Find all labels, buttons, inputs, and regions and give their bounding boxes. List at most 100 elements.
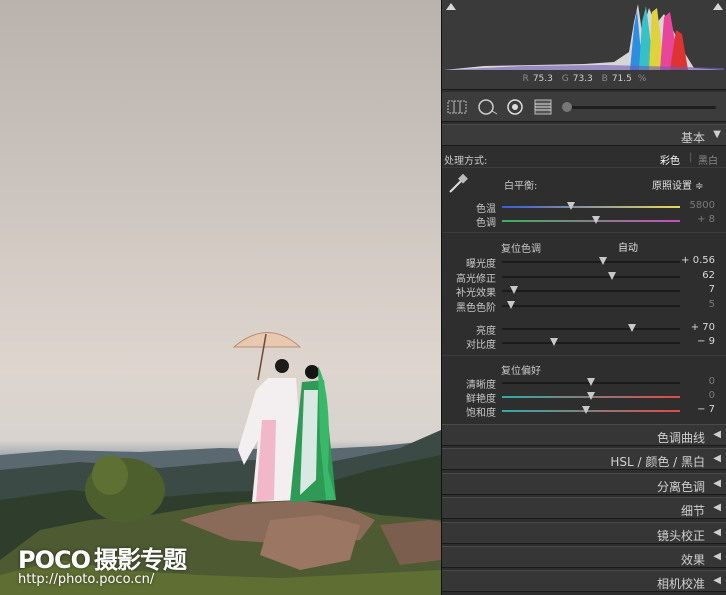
slider-row: 清晰度 0 (442, 376, 726, 391)
slider-knob[interactable] (549, 338, 558, 346)
slider-knob[interactable] (581, 406, 590, 414)
reset-tone-label[interactable]: 复位色调 (501, 240, 541, 255)
section-label: 效果 (680, 553, 705, 567)
slider-label: 色调 (476, 218, 496, 229)
graduated-filter-icon[interactable] (532, 98, 554, 116)
slider-track[interactable] (502, 220, 680, 222)
landscape-photo (0, 332, 441, 595)
section-header[interactable]: 色调曲线 ◀ (442, 424, 726, 446)
slider-row: 补光效果 7 (442, 284, 726, 299)
slider-knob[interactable] (506, 300, 515, 309)
slider-label: 鲜艳度 (466, 394, 496, 405)
slider-row: 黑色色阶 5 (442, 299, 726, 314)
crop-overlay-icon[interactable] (446, 98, 468, 116)
slider-knob[interactable] (587, 378, 595, 386)
section-label: 镜头校正 (656, 528, 705, 543)
wb-select[interactable]: 原照设置 ≑ (652, 177, 704, 192)
section-header[interactable]: 分离色调 ◀ (442, 472, 726, 495)
expand-triangle-icon: ◀ (713, 453, 721, 465)
slider-value[interactable]: + 8 (681, 214, 715, 225)
slider-value[interactable]: 7 (681, 284, 715, 295)
slider-track[interactable] (502, 261, 680, 263)
slider-track[interactable] (502, 342, 680, 344)
section-label: 分离色调 (656, 479, 705, 494)
slider-value[interactable]: + 0.56 (681, 255, 715, 266)
slider-value[interactable]: 0 (681, 390, 715, 401)
slider-knob[interactable] (510, 286, 519, 294)
slider-row: 对比度 − 9 (442, 336, 726, 351)
section-header[interactable]: 效果 ◀ (442, 546, 726, 568)
divider (442, 355, 726, 356)
slider-row: 曝光度 + 0.56 (442, 255, 726, 270)
slider-knob[interactable] (592, 216, 601, 224)
expand-triangle-icon: ◀ (713, 477, 721, 489)
slider-row: 亮度 + 70 (442, 322, 726, 337)
expand-triangle-icon: ◀ (713, 502, 721, 514)
tool-slider-knob[interactable] (562, 102, 572, 112)
divider (442, 232, 726, 233)
slider-label: 亮度 (476, 326, 496, 337)
wb-label: 白平衡: (504, 181, 538, 192)
slider-value[interactable]: − 9 (681, 336, 715, 347)
expand-triangle-icon: ◀ (713, 429, 721, 440)
slider-label: 对比度 (466, 340, 496, 351)
auto-tone-button[interactable]: 自动 (618, 239, 638, 254)
slider-row: 高光修正 62 (442, 270, 726, 285)
slider-value[interactable]: 0 (681, 376, 715, 387)
watermark-url: http://photo.poco.cn/ (18, 572, 155, 587)
slider-value[interactable]: 5 (681, 299, 715, 310)
section-header[interactable]: 镜头校正 ◀ (442, 521, 726, 544)
slider-knob[interactable] (627, 324, 636, 332)
section-header[interactable]: 细节 ◀ (442, 497, 726, 520)
slider-label: 饱和度 (466, 408, 496, 419)
slider-knob[interactable] (567, 202, 576, 210)
treatment-bw-button[interactable]: 黑白 (698, 152, 718, 167)
watermark-brand: POCO 摄影专题 (18, 546, 187, 574)
slider-label: 清晰度 (466, 380, 496, 391)
slider-label: 色温 (476, 204, 496, 215)
slider-track[interactable] (502, 328, 680, 330)
slider-row: 鲜艳度 0 (442, 390, 726, 405)
treatment-separator: | (689, 152, 693, 163)
section-basic-label: 基本 (680, 131, 705, 145)
histogram-graph (444, 4, 725, 70)
expand-triangle-icon: ◀ (713, 575, 721, 587)
develop-panel: R75.3 G73.3 B71.5% 基本 ▼ 处理方式: 彩色 | 黑白 (441, 0, 726, 595)
slider-value[interactable]: − 7 (681, 404, 715, 415)
section-header[interactable]: HSL / 颜色 / 黑白 ◀ (442, 448, 726, 471)
slider-value[interactable]: 62 (681, 270, 715, 281)
treatment-label: 处理方式: (444, 156, 488, 167)
slider-knob[interactable] (587, 392, 595, 400)
divider (442, 167, 726, 168)
slider-row: 色调 + 8 (442, 214, 726, 229)
slider-value[interactable]: 5800 (681, 200, 715, 211)
photo-preview: POCO 摄影专题 http://photo.poco.cn/ (0, 0, 441, 595)
slider-row: 色温 5800 (442, 200, 726, 215)
slider-knob[interactable] (608, 271, 617, 280)
tool-strip (442, 92, 726, 122)
section-label: 相机校准 (656, 577, 705, 592)
slider-knob[interactable] (599, 257, 608, 265)
section-basic-header[interactable]: 基本 ▼ (442, 124, 726, 146)
slider-track[interactable] (502, 290, 680, 292)
eyedropper-icon[interactable] (446, 172, 470, 196)
slider-row: 饱和度 − 7 (442, 404, 726, 419)
slider-value[interactable]: + 70 (681, 322, 715, 333)
slider-track[interactable] (502, 275, 680, 278)
red-eye-icon[interactable] (504, 98, 526, 116)
slider-label: 黑色色阶 (456, 302, 496, 314)
slider-track[interactable] (502, 410, 680, 412)
collapse-triangle-icon: ▼ (713, 129, 721, 140)
slider-track[interactable] (502, 206, 680, 208)
slider-label: 高光修正 (456, 273, 496, 285)
treatment-color-button[interactable]: 彩色 (660, 152, 680, 167)
section-header[interactable]: 相机校准 ◀ (442, 570, 726, 593)
slider-label: 补光效果 (456, 288, 496, 299)
tool-slider-track[interactable] (564, 106, 716, 109)
section-label: 色调曲线 (656, 431, 705, 445)
spot-removal-icon[interactable] (476, 98, 498, 116)
slider-track[interactable] (502, 304, 680, 307)
section-label: HSL / 颜色 / 黑白 (610, 455, 705, 470)
reset-presence-label[interactable]: 复位偏好 (501, 362, 541, 377)
section-label: 细节 (680, 504, 705, 519)
